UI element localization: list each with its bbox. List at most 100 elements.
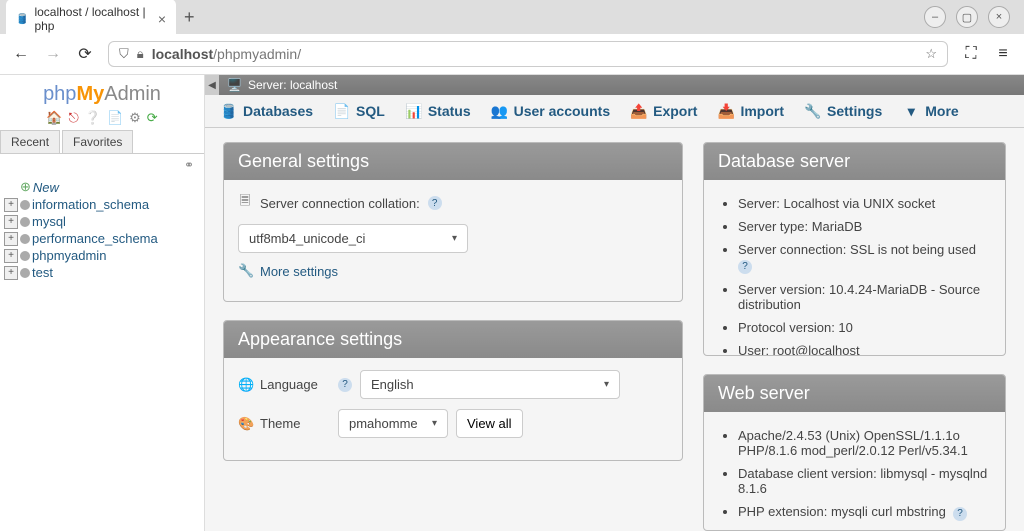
browser-tab-bar: 🛢️ localhost / localhost | php × + – ▢ ×	[0, 0, 1024, 34]
phpmyadmin-logo[interactable]: phpMyAdmin	[0, 79, 204, 108]
chevron-down-icon: ▾	[432, 418, 437, 429]
language-icon: 🌐	[238, 377, 252, 393]
status-icon: 📊	[406, 103, 422, 119]
database-server-title: Database server	[704, 143, 1005, 180]
sidebar-tabs: Recent Favorites	[0, 130, 204, 154]
sql-tab-icon: 📄	[334, 103, 350, 119]
tab-user-accounts[interactable]: 👥 User accounts	[482, 95, 621, 127]
help-icon[interactable]: ?	[428, 196, 442, 210]
tree-item-phpmyadmin[interactable]: + phpmyadmin	[4, 247, 200, 264]
gear-icon[interactable]: ⚙	[129, 110, 141, 126]
expand-icon[interactable]: +	[4, 232, 18, 246]
favicon-icon: 🛢️	[16, 12, 28, 26]
db-server-info-item: Server type: MariaDB	[738, 215, 991, 238]
chevron-down-icon: ▾	[452, 233, 457, 244]
appearance-settings-title: Appearance settings	[224, 321, 682, 358]
help-icon[interactable]: ?	[738, 260, 752, 274]
tab-export[interactable]: 📤 Export	[621, 95, 708, 127]
address-bar[interactable]: ⛉ 🔒︎ localhost/phpmyadmin/ ☆	[108, 41, 948, 67]
help-icon[interactable]: ?	[338, 378, 352, 392]
server-icon: 🖥️	[227, 78, 242, 92]
menu-icon[interactable]: ≡	[994, 45, 1012, 63]
top-tabs: 🛢️ Databases 📄 SQL 📊 Status 👥 User accou…	[205, 95, 1024, 128]
theme-select[interactable]: pmahomme ▾	[338, 409, 448, 438]
reload-button[interactable]: ⟳	[76, 44, 94, 64]
tree-item-mysql[interactable]: + mysql	[4, 213, 200, 230]
minimize-button[interactable]: –	[924, 6, 946, 28]
home-icon[interactable]: 🏠	[46, 110, 62, 126]
tab-more[interactable]: ▾ More	[893, 95, 968, 127]
reader-icon[interactable]: ⛶	[962, 45, 980, 63]
bookmark-icon[interactable]: ☆	[925, 46, 937, 62]
chevron-down-icon: ▾	[604, 379, 609, 390]
chevron-down-icon: ▾	[903, 103, 919, 119]
language-select[interactable]: English ▾	[360, 370, 620, 399]
main-area: ◀ 🖥️ Server: localhost 🛢️ Databases 📄 SQ…	[205, 75, 1024, 531]
help-icon[interactable]: ?	[953, 507, 967, 521]
db-server-info-item: Protocol version: 10	[738, 316, 991, 339]
close-tab-icon[interactable]: ×	[158, 11, 166, 27]
settings-icon: 🔧	[805, 103, 821, 119]
web-server-info-item: Apache/2.4.53 (Unix) OpenSSL/1.1.1o PHP/…	[738, 424, 991, 462]
expand-icon[interactable]: +	[4, 249, 18, 263]
web-server-title: Web server	[704, 375, 1005, 412]
language-label: Language	[260, 377, 330, 392]
tree-item-test[interactable]: + test	[4, 264, 200, 281]
db-server-info-item: Server version: 10.4.24-MariaDB - Source…	[738, 278, 991, 316]
db-dot-icon	[20, 268, 30, 278]
export-icon: 📤	[631, 103, 647, 119]
databases-icon: 🛢️	[221, 103, 237, 119]
new-db-icon: ⊕	[20, 179, 31, 195]
tab-settings[interactable]: 🔧 Settings	[795, 95, 893, 127]
general-settings-panel: General settings 🗏 Server connection col…	[223, 142, 683, 302]
lock-icon[interactable]: 🔒︎	[137, 46, 144, 62]
view-all-themes-button[interactable]: View all	[456, 409, 523, 438]
docs-icon[interactable]: ❔	[85, 110, 101, 126]
db-dot-icon	[20, 217, 30, 227]
sidebar-tab-recent[interactable]: Recent	[0, 130, 60, 153]
users-icon: 👥	[492, 103, 508, 119]
tree-new[interactable]: ⊕ New	[4, 178, 200, 196]
tree-item-performance-schema[interactable]: + performance_schema	[4, 230, 200, 247]
expand-icon[interactable]: +	[4, 266, 18, 280]
sql-icon[interactable]: 📄	[107, 110, 123, 126]
theme-icon: 🎨	[238, 416, 252, 432]
maximize-button[interactable]: ▢	[956, 6, 978, 28]
browser-tab[interactable]: 🛢️ localhost / localhost | php ×	[6, 0, 176, 39]
link-icon[interactable]: ⚭	[0, 154, 204, 176]
sidebar-tab-favorites[interactable]: Favorites	[62, 130, 133, 153]
close-window-button[interactable]: ×	[988, 6, 1010, 28]
back-button[interactable]: ←	[12, 45, 30, 63]
server-label: Server: localhost	[248, 78, 337, 92]
tree-item-information-schema[interactable]: + information_schema	[4, 196, 200, 213]
general-settings-title: General settings	[224, 143, 682, 180]
sidebar: phpMyAdmin 🏠 ⎋ ❔ 📄 ⚙ ⟳ Recent Favorites …	[0, 75, 205, 531]
shield-icon[interactable]: ⛉	[119, 46, 129, 62]
appearance-settings-panel: Appearance settings 🌐 Language ? English…	[223, 320, 683, 461]
web-server-info-item: PHP version: 8.1.6	[738, 525, 991, 531]
forward-button[interactable]: →	[44, 45, 62, 63]
collapse-sidebar-handle[interactable]: ◀	[205, 75, 219, 95]
db-dot-icon	[20, 200, 30, 210]
collation-icon: 🗏	[238, 192, 252, 214]
reload-nav-icon[interactable]: ⟳	[147, 110, 158, 126]
expand-icon[interactable]: +	[4, 215, 18, 229]
new-tab-button[interactable]: +	[184, 7, 195, 28]
tab-sql[interactable]: 📄 SQL	[324, 95, 396, 127]
more-settings-link[interactable]: More settings	[260, 264, 338, 279]
db-server-info-item: Server: Localhost via UNIX socket	[738, 192, 991, 215]
database-server-panel: Database server Server: Localhost via UN…	[703, 142, 1006, 356]
db-tree: ⊕ New + information_schema + mysql + per…	[0, 176, 204, 283]
wrench-icon: 🔧	[238, 263, 252, 279]
browser-nav-bar: ← → ⟳ ⛉ 🔒︎ localhost/phpmyadmin/ ☆ ⛶ ≡	[0, 34, 1024, 74]
collation-select[interactable]: utf8mb4_unicode_ci ▾	[238, 224, 468, 253]
db-server-info-item: Server connection: SSL is not being used…	[738, 238, 991, 278]
tab-import[interactable]: 📥 Import	[708, 95, 795, 127]
tab-status[interactable]: 📊 Status	[396, 95, 482, 127]
server-bar: 🖥️ Server: localhost	[219, 75, 1024, 95]
logout-icon[interactable]: ⎋	[68, 110, 78, 126]
expand-icon[interactable]: +	[4, 198, 18, 212]
url-text[interactable]: localhost/phpmyadmin/	[152, 46, 918, 62]
web-server-info-item: PHP extension: mysqli curl mbstring ?	[738, 500, 991, 525]
tab-databases[interactable]: 🛢️ Databases	[211, 95, 324, 127]
